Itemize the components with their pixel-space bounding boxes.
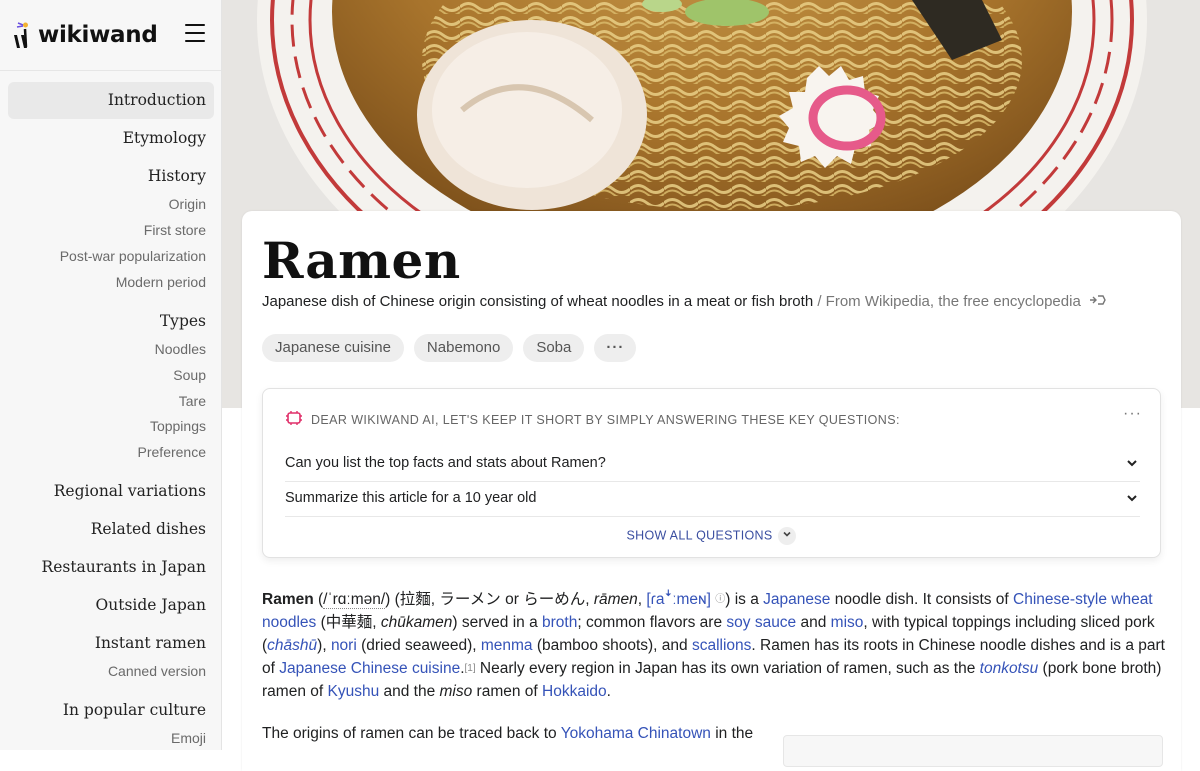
sidebar: wikiwand Introduction Etymology History … xyxy=(0,0,222,750)
toc-item-soup[interactable]: Soup xyxy=(173,367,206,383)
text: ), xyxy=(317,637,331,654)
toc-item-modern-period[interactable]: Modern period xyxy=(116,274,206,290)
toc-item-emoji[interactable]: Emoji xyxy=(171,730,206,746)
article-description: Japanese dish of Chinese origin consisti… xyxy=(262,293,814,310)
ipa-link[interactable]: /ˈrɑːmən/ xyxy=(323,591,386,609)
link-japanese-chinese-cuisine[interactable]: Japanese Chinese cuisine xyxy=(279,660,460,677)
ai-question-1[interactable]: Can you list the top facts and stats abo… xyxy=(285,446,1140,481)
link-menma[interactable]: menma xyxy=(481,637,533,654)
text: rāmen xyxy=(593,591,638,608)
text: (dried seaweed), xyxy=(356,637,481,654)
text: ) served in a xyxy=(452,614,543,631)
article-source: / From Wikipedia, the free encyclopedia xyxy=(817,293,1081,310)
page-title: Ramen xyxy=(262,231,461,290)
toc-item-regional-variations[interactable]: Regional variations xyxy=(54,482,206,500)
toc-item-history[interactable]: History xyxy=(148,167,206,185)
toc-item-in-popular-culture[interactable]: In popular culture xyxy=(63,701,206,719)
link-miso[interactable]: miso xyxy=(831,614,864,631)
chevron-down-icon xyxy=(778,527,797,545)
brand-name[interactable]: wikiwand xyxy=(38,22,158,48)
link-tonkotsu[interactable]: tonkotsu xyxy=(980,660,1039,677)
ai-questions-panel: DEAR WIKIWAND AI, LET'S KEEP IT SHORT BY… xyxy=(262,388,1161,558)
link-scallions[interactable]: scallions xyxy=(692,637,751,654)
text: (中華麺, xyxy=(316,614,381,631)
text: in the xyxy=(710,725,754,742)
text: miso xyxy=(439,683,473,700)
text: ; common flavors are xyxy=(577,614,727,631)
toc-item-introduction[interactable]: Introduction xyxy=(108,91,206,109)
ai-question-2-text: Summarize this article for a 10 year old xyxy=(285,490,537,506)
toc-item-instant-ramen[interactable]: Instant ramen xyxy=(95,634,206,652)
chip-japanese-cuisine[interactable]: Japanese cuisine xyxy=(262,334,404,362)
ai-header: DEAR WIKIWAND AI, LET'S KEEP IT SHORT BY… xyxy=(285,411,900,428)
link-broth[interactable]: broth xyxy=(542,614,577,631)
link-kyushu[interactable]: Kyushu xyxy=(327,683,379,700)
ai-menu-button[interactable]: ··· xyxy=(1123,405,1142,423)
toc-item-restaurants-in-japan[interactable]: Restaurants in Japan xyxy=(42,558,206,576)
toc-item-outside-japan[interactable]: Outside Japan xyxy=(96,596,206,614)
toc-item-toppings[interactable]: Toppings xyxy=(150,418,206,434)
reference-1[interactable]: [1] xyxy=(465,663,476,674)
chip-more-button[interactable]: ··· xyxy=(594,334,637,362)
article-intro-paragraph: Ramen (/ˈrɑːmən/) (拉麵, ラーメン or らーめん, rām… xyxy=(262,588,1167,703)
ai-header-text: DEAR WIKIWAND AI, LET'S KEEP IT SHORT BY… xyxy=(311,412,900,427)
infobox xyxy=(783,735,1163,767)
text: ramen of xyxy=(472,683,543,700)
toc-item-related-dishes[interactable]: Related dishes xyxy=(91,520,206,538)
text: Nearly every region in Japan has its own… xyxy=(475,660,980,677)
toc-item-tare[interactable]: Tare xyxy=(179,393,206,409)
ipa-japanese-link[interactable]: [ɾaꜜːmeɴ] xyxy=(646,591,711,608)
toc-item-preference[interactable]: Preference xyxy=(138,444,206,460)
text: The origins of ramen can be traced back … xyxy=(262,725,561,742)
brand-bar: wikiwand xyxy=(0,0,221,71)
text: and xyxy=(796,614,831,631)
text: ) is a xyxy=(725,591,764,608)
audio-info-icon[interactable]: ⓘ xyxy=(715,594,725,605)
toc-item-canned-version[interactable]: Canned version xyxy=(108,663,206,679)
link-hokkaido[interactable]: Hokkaido xyxy=(542,683,607,700)
text: chūkamen xyxy=(380,614,453,631)
term-ramen: Ramen xyxy=(262,591,314,608)
text: and the xyxy=(379,683,440,700)
text: ( xyxy=(313,591,324,608)
toc-item-types[interactable]: Types xyxy=(160,312,206,330)
toc-item-first-store[interactable]: First store xyxy=(144,222,206,238)
related-topics: Japanese cuisine Nabemono Soba ··· xyxy=(262,334,637,362)
chip-nabemono[interactable]: Nabemono xyxy=(413,334,514,362)
link-japanese[interactable]: Japanese xyxy=(763,591,830,608)
ai-chip-icon xyxy=(285,411,303,428)
wiki-link-icon[interactable] xyxy=(1089,293,1107,311)
show-all-questions-button[interactable]: SHOW ALL QUESTIONS xyxy=(263,527,1160,545)
link-yokohama-chinatown[interactable]: Yokohama Chinatown xyxy=(561,725,711,742)
text: ) (拉麵, ラーメン or らーめん, xyxy=(385,591,594,608)
link-nori[interactable]: nori xyxy=(331,637,357,654)
text: (bamboo shoots), and xyxy=(532,637,692,654)
link-soy-sauce[interactable]: soy sauce xyxy=(726,614,796,631)
text: . xyxy=(606,683,611,700)
link-chashu[interactable]: chāshū xyxy=(267,637,317,654)
menu-hamburger-icon[interactable] xyxy=(185,24,205,44)
toc-item-origin[interactable]: Origin xyxy=(169,196,206,212)
toc-item-etymology[interactable]: Etymology xyxy=(123,129,206,147)
ai-question-2[interactable]: Summarize this article for a 10 year old xyxy=(285,481,1140,516)
chevron-down-icon xyxy=(1126,481,1138,530)
toc-item-post-war-popularization[interactable]: Post-war popularization xyxy=(60,248,206,264)
wikiwand-logo-icon[interactable] xyxy=(12,21,32,49)
show-all-label: SHOW ALL QUESTIONS xyxy=(626,528,773,543)
text: noodle dish. It consists of xyxy=(830,591,1014,608)
divider xyxy=(285,516,1140,517)
ai-question-1-text: Can you list the top facts and stats abo… xyxy=(285,455,606,471)
article-subtitle: Japanese dish of Chinese origin consisti… xyxy=(262,293,1107,311)
article-second-paragraph: The origins of ramen can be traced back … xyxy=(262,722,762,745)
toc-item-noodles[interactable]: Noodles xyxy=(155,341,206,357)
chip-soba[interactable]: Soba xyxy=(523,334,585,362)
